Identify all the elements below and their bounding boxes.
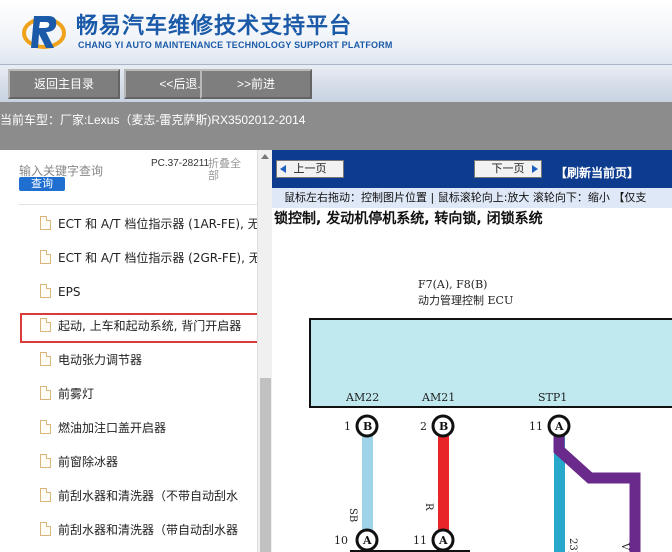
tree-item[interactable]: 电动张力调节器: [40, 348, 257, 372]
hint-bar: 鼠标左右拖动：控制图片位置 | 鼠标滚轮向上:放大 滚轮向下：缩小 【仅支: [272, 188, 672, 208]
vehicle-label: 当前车型：: [0, 113, 61, 127]
tree-item[interactable]: 前雾灯: [40, 382, 257, 406]
diagram-title: 锁控制, 发动机停机系统, 转向锁, 闭锁系统: [274, 211, 543, 227]
prev-page-label: 上一页: [293, 162, 327, 175]
pin-number: 11: [413, 534, 427, 547]
tree-item-label: 前刮水器和清洗器（不带自动刮水: [58, 489, 239, 503]
pin-number: 11: [529, 420, 543, 433]
collapse-all-link[interactable]: 折叠全部: [208, 158, 248, 182]
wire-purple: [553, 436, 641, 552]
document-icon: [40, 488, 51, 502]
connector-letter: A: [438, 534, 448, 547]
tree-item[interactable]: ECT 和 A/T 档位指示器 (1AR-FE), 无: [40, 212, 257, 236]
selection-highlight: [20, 313, 260, 343]
forward-button[interactable]: >>前进: [200, 69, 312, 99]
pin-number: 10: [334, 534, 348, 547]
document-icon: [40, 386, 51, 400]
tree-item[interactable]: 前刮水器和清洗器（带自动刮水器: [40, 518, 257, 542]
vehicle-info: 当前车型：厂家:Lexus（麦志-雷克萨斯)RX3502012-2014: [0, 111, 305, 128]
arrow-right-icon: [532, 165, 538, 173]
search-area: 输入关键字查询 查询 PC.37-28211 折叠全部: [0, 150, 257, 196]
tree-item-label: ECT 和 A/T 档位指示器 (1AR-FE), 无: [58, 217, 257, 231]
document-icon: [40, 284, 51, 298]
pin-name: AM21: [421, 391, 455, 404]
page-toolbar: 上一页 下一页 【刷新当前页】: [272, 150, 672, 188]
tree-item[interactable]: EPS: [40, 280, 257, 304]
app-header: 畅易汽车维修技术支持平台 CHANG YI AUTO MAINTENANCE T…: [0, 0, 672, 64]
back-to-main-button[interactable]: 返回主目录: [8, 69, 120, 99]
pin-number: 1: [344, 420, 351, 433]
logo-icon: [22, 16, 66, 49]
app-subtitle: CHANG YI AUTO MAINTENANCE TECHNOLOGY SUP…: [78, 40, 393, 50]
wiring-diagram[interactable]: 锁控制, 发动机停机系统, 转向锁, 闭锁系统 F7(A), F8(B) 动力管…: [272, 208, 672, 552]
sidebar: 输入关键字查询 查询 PC.37-28211 折叠全部 ECT 和 A/T 档位…: [0, 150, 272, 552]
tree-item[interactable]: ECT 和 A/T 档位指示器 (2GR-FE), 无: [40, 246, 257, 270]
tree-item-label: 前窗除冰器: [58, 455, 119, 469]
pc-code: PC.37-28211: [151, 158, 210, 169]
vehicle-bar: 当前车型：厂家:Lexus（麦志-雷克萨斯)RX3502012-2014: [0, 102, 672, 150]
tree-item-label: EPS: [58, 285, 81, 299]
nav-bar: 返回主目录 <<后退. >>前进: [0, 64, 672, 102]
prev-page-button[interactable]: 上一页: [276, 160, 344, 178]
ecu-ref-label: F7(A), F8(B): [418, 278, 487, 291]
arrow-left-icon: [280, 165, 286, 173]
divider: [18, 204, 257, 205]
wire-label: 23): [567, 538, 578, 552]
scroll-thumb[interactable]: [260, 378, 271, 552]
document-icon: [40, 420, 51, 434]
tree-item-label: 电动张力调节器: [58, 353, 143, 367]
vehicle-value: 厂家:Lexus（麦志-雷克萨斯)RX3502012-2014: [60, 113, 306, 127]
connector-letter: A: [554, 420, 564, 433]
wire-label: SB: [347, 508, 358, 522]
app-title: 畅易汽车维修技术支持平台: [76, 14, 353, 39]
document-icon: [40, 522, 51, 536]
search-button[interactable]: 查询: [19, 177, 65, 191]
scroll-up-icon[interactable]: [261, 154, 269, 159]
tree-item[interactable]: 前窗除冰器: [40, 450, 257, 474]
wire-label: V: [619, 542, 630, 551]
wire-label: R: [423, 503, 434, 511]
wiring-diagram-svg: F7(A), F8(B) 动力管理控制 ECU AM22 AM21 STP1 1…: [309, 278, 672, 552]
tree-item-label: 前雾灯: [58, 387, 95, 401]
content-panel: 上一页 下一页 【刷新当前页】 鼠标左右拖动：控制图片位置 | 鼠标滚轮向上:放…: [272, 150, 672, 552]
pin-name: AM22: [345, 391, 379, 404]
connector-letter: A: [362, 534, 372, 547]
document-icon: [40, 250, 51, 264]
document-icon: [40, 352, 51, 366]
next-page-button[interactable]: 下一页: [474, 160, 542, 178]
pin-number: 2: [420, 420, 427, 433]
ecu-name-label: 动力管理控制 ECU: [418, 293, 513, 307]
connector-letter: B: [363, 420, 372, 433]
tree-item[interactable]: 燃油加注口盖开启器: [40, 416, 257, 440]
tree-item-label: 燃油加注口盖开启器: [58, 421, 167, 435]
tree-item-label: ECT 和 A/T 档位指示器 (2GR-FE), 无: [58, 251, 257, 265]
refresh-link[interactable]: 【刷新当前页】: [555, 164, 639, 181]
connector-letter: B: [439, 420, 448, 433]
document-icon: [40, 454, 51, 468]
tree-item[interactable]: 前刮水器和清洗器（不带自动刮水: [40, 484, 257, 508]
tree-item-label: 前刮水器和清洗器（带自动刮水器: [58, 523, 239, 537]
sidebar-scrollbar[interactable]: [257, 150, 272, 552]
next-page-label: 下一页: [491, 162, 525, 175]
document-icon: [40, 216, 51, 230]
pin-name: STP1: [538, 391, 567, 404]
